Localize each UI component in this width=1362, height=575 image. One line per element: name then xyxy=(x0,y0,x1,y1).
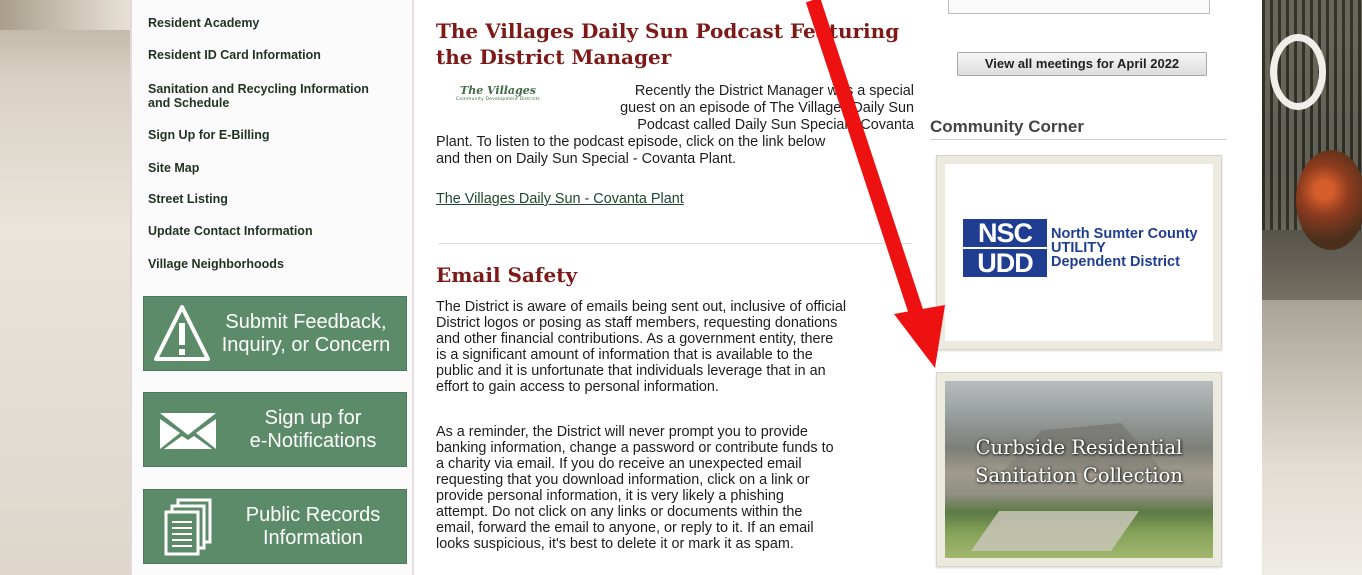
email-para1-line2: District logos or posing as staff member… xyxy=(436,315,838,331)
nsc-line2: UTILITY xyxy=(1051,240,1106,256)
calendar-box-edge xyxy=(948,0,1210,14)
email-para2-line5: provide personal information, it is very… xyxy=(436,488,784,504)
email-para1-line5: public and it is unfortunate that indivi… xyxy=(436,363,826,379)
driveway xyxy=(970,511,1140,551)
covanta-plant-link[interactable]: The Villages Daily Sun - Covanta Plant xyxy=(436,191,684,207)
email-safety-title: Email Safety xyxy=(436,263,578,287)
email-para1-line4: is a significant amount of information t… xyxy=(436,347,813,363)
email-para1-line6: effort to gain access to personal inform… xyxy=(436,379,719,395)
villages-logo: The Villages Community Development Distr… xyxy=(438,84,558,112)
curbside-line2: Sanitation Collection xyxy=(975,464,1183,487)
udd-word: UDD xyxy=(963,249,1047,277)
email-para1-line1: The District is aware of emails being se… xyxy=(436,299,847,315)
right-sidebar: View all meetings for April 2022 Communi… xyxy=(930,0,1262,575)
records-line2: Information xyxy=(262,527,364,549)
e-notifications-button[interactable]: Sign up for e-Notifications xyxy=(143,392,407,467)
documents-icon xyxy=(164,498,212,556)
envelope-icon xyxy=(160,413,216,449)
email-para2-line6: attempt. Do not click on any links or do… xyxy=(436,504,803,520)
podcast-title-line1: The Villages Daily Sun Podcast Featuring xyxy=(436,19,900,43)
records-line1: Public Records xyxy=(245,504,381,526)
community-corner-title: Community Corner xyxy=(930,117,1084,136)
email-para2-line1: As a reminder, the District will never p… xyxy=(436,424,808,440)
background-left-strip xyxy=(0,0,130,30)
feedback-line2: Inquiry, or Concern xyxy=(221,334,391,356)
podcast-line-3: Podcast called Daily Sun Special - Covan… xyxy=(637,117,914,133)
submit-feedback-button[interactable]: Submit Feedback, Inquiry, or Concern xyxy=(143,296,407,371)
public-records-button[interactable]: Public Records Information xyxy=(143,489,407,564)
nav-link-street-listing[interactable]: Street Listing xyxy=(148,192,388,206)
background-left xyxy=(0,0,130,575)
email-para2-line4: requesting that you download information… xyxy=(436,472,810,488)
email-para2-line3: a charity via email. If you do receive a… xyxy=(436,456,802,472)
sidebar-divider xyxy=(412,0,414,575)
nsc-udd-logo: NSC UDD North Sumter County UTILITY Depe… xyxy=(945,164,1213,341)
podcast-line-2: guest on an episode of The Villages Dail… xyxy=(620,100,914,116)
warning-icon xyxy=(154,305,210,361)
villages-logo-subtext: Community Development Districts xyxy=(456,97,540,102)
nsc-udd-mark: NSC UDD xyxy=(963,219,1047,279)
community-corner-underline xyxy=(930,139,1226,140)
nav-link-resident-id-card[interactable]: Resident ID Card Information xyxy=(148,48,388,62)
nav-link-update-contact[interactable]: Update Contact Information xyxy=(148,224,388,238)
email-para2-line7: email, forward the email to anyone, or r… xyxy=(436,520,814,536)
email-para2-line2: banking information, change a password o… xyxy=(436,440,834,456)
page-content: Resident Academy Resident ID Card Inform… xyxy=(130,0,1262,575)
email-para2-line8: looks suspicious, it's best to delete it… xyxy=(436,536,794,552)
podcast-line-5: and then on Daily Sun Special - Covanta … xyxy=(436,151,736,167)
nav-link-village-neighborhoods[interactable]: Village Neighborhoods xyxy=(148,257,388,271)
podcast-title-line2: the District Manager xyxy=(436,45,672,69)
nsc-line3: Dependent District xyxy=(1051,254,1180,270)
nav-link-resident-academy[interactable]: Resident Academy xyxy=(148,16,388,30)
notifications-line2: e-Notifications xyxy=(249,430,377,452)
view-meetings-button[interactable]: View all meetings for April 2022 xyxy=(957,52,1207,76)
nsc-word: NSC xyxy=(963,219,1047,247)
background-right-photo xyxy=(1262,0,1362,575)
nav-link-sanitation-recycling[interactable]: Sanitation and Recycling Information and… xyxy=(148,82,380,110)
nsc-line1: North Sumter County xyxy=(1051,226,1198,242)
wagon-wheel xyxy=(1270,34,1326,110)
email-para1-line3: and other financial contributions. As a … xyxy=(436,331,834,347)
left-sidebar: Resident Academy Resident ID Card Inform… xyxy=(130,0,414,575)
nav-link-site-map[interactable]: Site Map xyxy=(148,161,388,175)
nav-link-e-billing[interactable]: Sign Up for E-Billing xyxy=(148,128,388,142)
curbside-sanitation-tile[interactable]: Curbside Residential Sanitation Collecti… xyxy=(936,372,1222,567)
nsc-udd-tile[interactable]: NSC UDD North Sumter County UTILITY Depe… xyxy=(936,155,1222,350)
podcast-line-4: Plant. To listen to the podcast episode,… xyxy=(436,134,826,150)
notifications-line1: Sign up for xyxy=(264,407,362,429)
flower-bush xyxy=(1296,150,1362,250)
section-divider xyxy=(438,243,912,244)
feedback-line1: Submit Feedback, xyxy=(225,311,387,333)
podcast-line-1: Recently the District Manager was a spec… xyxy=(634,83,914,99)
curbside-line1: Curbside Residential xyxy=(975,436,1183,459)
house-photo: Curbside Residential Sanitation Collecti… xyxy=(945,381,1213,558)
main-content: The Villages Daily Sun Podcast Featuring… xyxy=(434,0,914,575)
ground xyxy=(1262,300,1362,575)
curbside-photo-frame: Curbside Residential Sanitation Collecti… xyxy=(945,381,1213,558)
villages-logo-text: The Villages xyxy=(460,84,536,97)
